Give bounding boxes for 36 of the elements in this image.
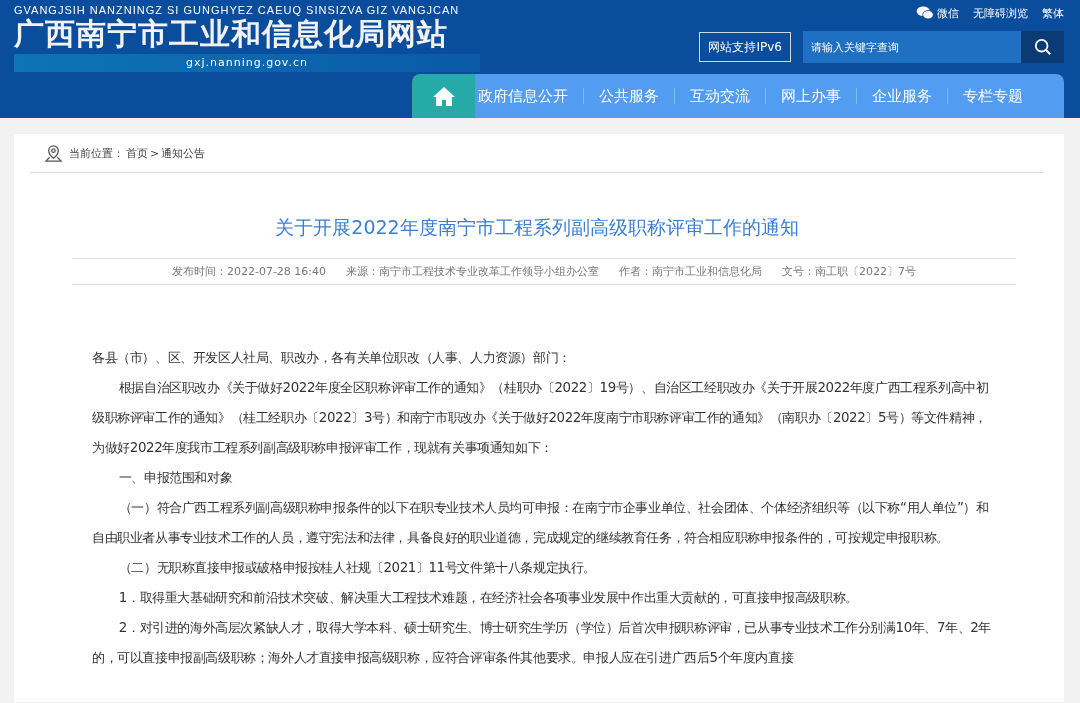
article-meta: 发布时间：2022-07-28 16:40 [171, 264, 327, 279]
breadcrumb-link[interactable]: 通知公告 [161, 146, 206, 161]
search-field[interactable]: 请输入关键字查询 [803, 31, 1021, 63]
house-icon [431, 85, 456, 107]
article-paragraph: 1．取得重大基础研究和前沿技术突破、解决重大工程技术难题，在经济社会各项事业发展中作出重大贡献的，可直接申报高级职称。 [117, 589, 859, 607]
nav-item[interactable]: 公共服务 [596, 86, 674, 106]
nav-item[interactable]: 政府信息公开 [475, 86, 583, 106]
header-link[interactable]: 繁体 [1042, 5, 1064, 21]
site-domain: gxj.nanning.gov.cn [14, 54, 480, 72]
nav-item[interactable]: 互动交流 [687, 86, 765, 106]
breadcrumb-link[interactable]: 首页 [126, 146, 148, 161]
article-paragraph: 根据自治区职改办《关于做好2022年度全区职称评审工作的通知》（桂职办〔2022〕19号）、自治区工经职改办《关于开展2022年度广西工程系列高中初级职称评审工作的通知》（桂工经职办〔2022〕3号）和南宁市职改办《关于做好2022年度南宁市职称评审工作的通知》（南职办〔2022〕5号）等文件精神，为做好2022年度我市工程系列副高级职称申报评审工作，现就有关事项通知如下： [92, 379, 990, 457]
chat-bubbles-icon [916, 6, 934, 20]
article-meta: 文号：南工职〔2022〕7号 [782, 264, 917, 279]
ipv6-badge: 网站支持IPv6 [699, 32, 791, 62]
nav-item[interactable]: 企业服务 [869, 86, 947, 106]
article-paragraph: （二）无职称直接申报或破格申报按桂人社规〔2021〕11号文件第十八条规定执行。 [117, 559, 597, 577]
home-button[interactable] [412, 74, 475, 118]
nav-item[interactable]: 专栏专题 [960, 86, 1038, 106]
nav-item[interactable]: 网上办事 [778, 86, 856, 106]
article-title: 关于开展2022年度南宁市工程系列副高级职称评审工作的通知 [274, 215, 800, 240]
breadcrumb-label: 当前位置： [69, 146, 124, 161]
location-pin-icon [44, 144, 63, 163]
article-paragraph: 2．对引进的海外高层次紧缺人才，取得大学本科、硕士研究生、博士研究生学历（学位）后首次申报职称评审，已从事专业技术工作分别满10年、7年、2年的，可以直接申报副高级职称；海外人才直接申报高级职称，应符合评审条件其他要求。申报人应在引进广西后5个年度内直接 [92, 619, 992, 667]
breadcrumb-separator: > [150, 147, 160, 160]
article-paragraph: （一）符合广西工程系列副高级职称申报条件的以下在职专业技术人员均可申报：在南宁市企事业单位、社会团体、个体经济组织等（以下称“用人单位”）和自由职业者从事专业技术工作的人员，遵守宪法和法律，具备良好的职业道德，完成规定的继续教育任务，符合相应职称申报条件的，可按规定申报职称。 [92, 499, 990, 547]
article-paragraph: 各县（市）、区、开发区人社局、职改办，各有关单位职改（人事、人力资源）部门： [92, 349, 572, 367]
article-meta: 来源：南宁市工程技术专业改革工作领导小组办公室 [346, 264, 600, 279]
search-icon [1033, 38, 1052, 56]
header-link[interactable]: 无障碍浏览 [973, 5, 1028, 21]
article-paragraph: 一、申报范围和对象 [117, 469, 234, 487]
search-button[interactable] [1021, 31, 1064, 63]
site-title: 广西南宁市工业和信息化局网站 [14, 16, 449, 52]
wechat-link[interactable]: 微信 [916, 5, 959, 21]
article-meta: 作者：南宁市工业和信息化局 [619, 264, 763, 279]
site-pinyin-title: GVANGJSIH NANZNINGZ SI GUNGHYEZ CAEUQ SINSIZVA GIZ VANGJCAN [14, 4, 461, 16]
